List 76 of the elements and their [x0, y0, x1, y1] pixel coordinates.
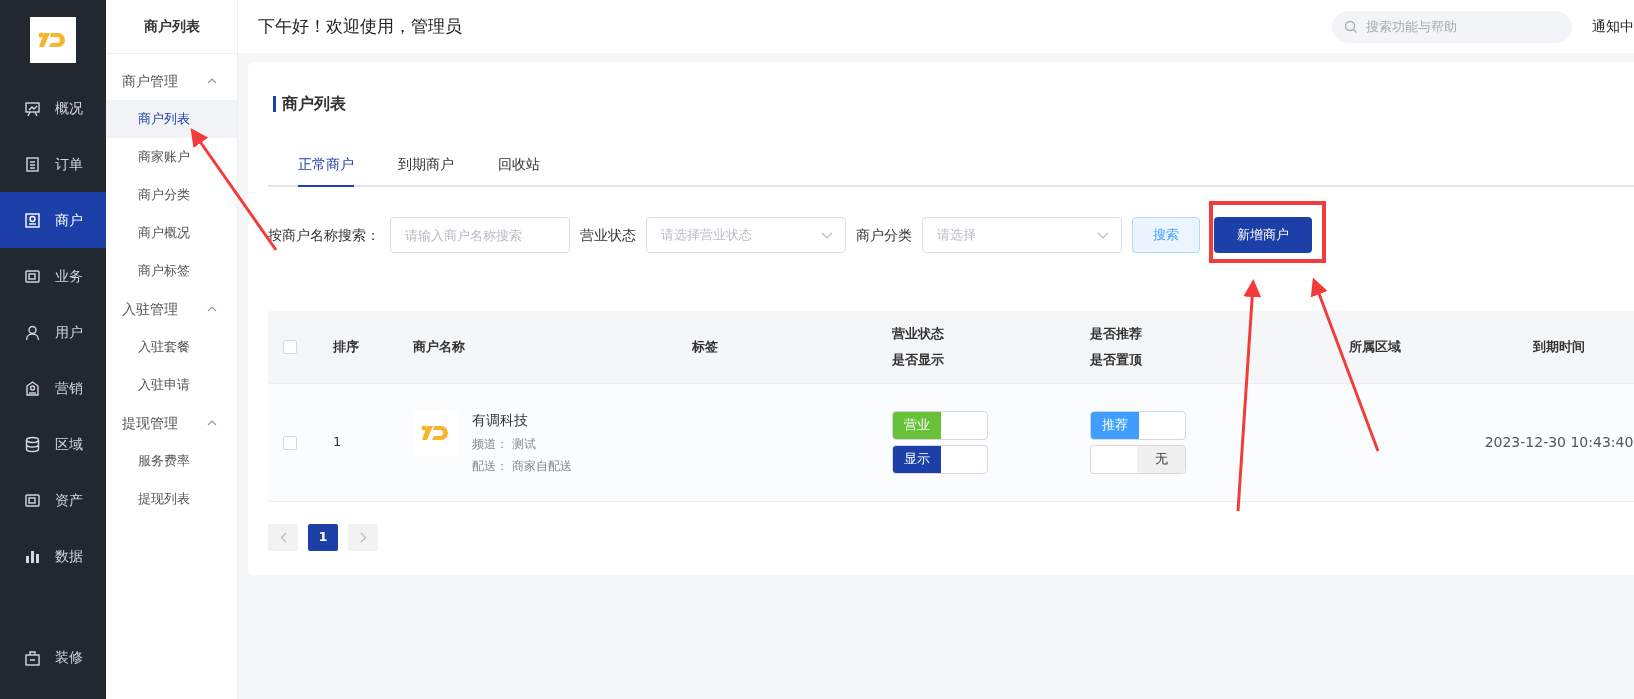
submenu-group[interactable]: 提现管理 [106, 404, 237, 442]
chevron-icon [207, 420, 217, 426]
submenu-item[interactable]: 商户分类 [106, 176, 237, 214]
checkbox[interactable] [283, 435, 297, 450]
column-header: 是否推荐 [1090, 324, 1143, 343]
sidebar-item[interactable]: 业务 [0, 248, 106, 304]
submenu-item[interactable]: 入驻套餐 [106, 328, 237, 366]
column-header: 标签 [692, 337, 719, 356]
filter-label: 商户分类 [856, 225, 912, 245]
merchant-name: 有调科技 [472, 410, 529, 430]
toggle-switch[interactable]: 显示 [892, 444, 988, 474]
checkbox[interactable] [283, 340, 297, 355]
tab[interactable]: 回收站 [498, 146, 540, 187]
chevron-icon [207, 78, 217, 84]
notification-link[interactable]: 通知中 [1592, 16, 1634, 37]
logo-icon [38, 32, 68, 48]
tab[interactable]: 正常商户 [298, 146, 354, 187]
sidebar-item[interactable]: 资产 [0, 472, 106, 528]
filter-label: 营业状态 [580, 225, 636, 245]
search-icon [1344, 19, 1358, 34]
merchant-channel: 频道： 测试 [472, 435, 537, 453]
search-field[interactable]: 搜索功能与帮助 [1332, 10, 1572, 43]
column-header: 排序 [333, 337, 360, 356]
badge-icon [24, 379, 41, 397]
wallet-icon [24, 491, 41, 509]
input-field[interactable]: 请输入商户名称搜索 [390, 217, 570, 253]
store-icon [24, 211, 41, 229]
user-icon [24, 323, 41, 341]
column-header: 商户名称 [413, 337, 466, 356]
submenu-group[interactable]: 商户管理 [106, 62, 237, 100]
sidebar-item[interactable]: 装修 [0, 629, 106, 685]
bag-icon [24, 648, 41, 666]
wallet-icon [24, 267, 41, 285]
sidebar-item[interactable]: 订单 [0, 136, 106, 192]
chevron-down-icon [1097, 231, 1109, 239]
page-button[interactable]: 1 [308, 523, 338, 551]
sidebar-item[interactable]: 区域 [0, 416, 106, 472]
filter-label: 按商户名称搜索： [268, 225, 380, 245]
submenu-item[interactable]: 入驻申请 [106, 366, 237, 404]
board-icon [24, 99, 41, 117]
document-icon [24, 155, 41, 173]
submenu-item[interactable]: 商家账户 [106, 138, 237, 176]
sidebar-item[interactable]: 数据 [0, 528, 106, 584]
submenu-item[interactable]: 商户概况 [106, 214, 237, 252]
sidebar-item[interactable]: 商户 [0, 192, 106, 248]
submenu-item[interactable]: 商户列表 [106, 100, 237, 138]
page-title: 商户列表 [273, 96, 1634, 112]
submenu-group[interactable]: 入驻管理 [106, 290, 237, 328]
logo-icon [421, 424, 451, 441]
chevron-down-icon [821, 231, 833, 239]
table-cell: 1 [333, 434, 342, 450]
toggle-switch[interactable]: 无 [1090, 444, 1186, 474]
column-header: 营业状态 [892, 324, 945, 343]
chevron-left-icon [279, 531, 287, 543]
sidebar-item[interactable]: 营销 [0, 360, 106, 416]
tab[interactable]: 到期商户 [398, 146, 454, 187]
chevron-icon [207, 306, 217, 312]
add-merchant-button[interactable]: 新增商户 [1214, 217, 1312, 253]
column-header: 是否置顶 [1090, 350, 1143, 369]
next-page-button[interactable] [348, 523, 378, 551]
database-icon [24, 435, 41, 453]
search-input[interactable]: 搜索功能与帮助 [1364, 15, 1564, 38]
column-header: 到期时间 [1532, 337, 1586, 356]
chevron-right-icon [359, 531, 367, 543]
submenu-title: 商户列表 [106, 0, 237, 54]
column-header: 所属区域 [1348, 337, 1402, 356]
merchant-delivery: 配送： 商家自配送 [472, 457, 572, 475]
submenu-item[interactable]: 服务费率 [106, 442, 237, 480]
table-cell: 2023-12-30 10:43:40 [1484, 433, 1634, 450]
greeting-text: 下午好！欢迎使用，管理员 [258, 14, 462, 38]
sidebar-item[interactable]: 用户 [0, 304, 106, 360]
sidebar-item[interactable]: 概况 [0, 80, 106, 136]
submenu-item[interactable]: 提现列表 [106, 480, 237, 518]
previous-page-button[interactable] [268, 523, 298, 551]
column-header: 是否显示 [892, 350, 945, 369]
submenu-item[interactable]: 商户标签 [106, 252, 237, 290]
